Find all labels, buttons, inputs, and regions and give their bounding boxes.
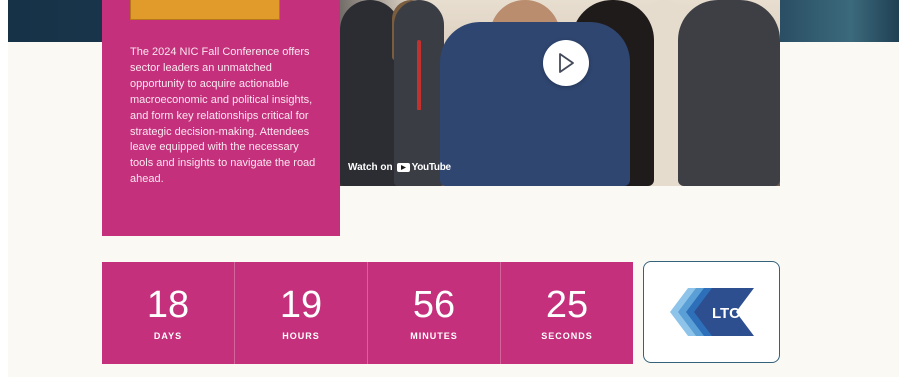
countdown-minutes-value: 56 [412,284,456,326]
youtube-logo: YouTube [396,162,452,173]
intro-card: The 2024 NIC Fall Conference offers sect… [102,0,340,236]
video-thumbnail-lanyard [417,40,421,110]
countdown-minutes: 56 MINUTES [368,262,501,364]
youtube-play-icon [396,163,410,172]
countdown-days: 18 DAYS [102,262,235,364]
video-thumbnail-person [440,22,630,186]
header-band-image [779,0,899,42]
countdown-hours: 19 HOURS [235,262,368,364]
play-icon [559,53,574,73]
intro-text: The 2024 NIC Fall Conference offers sect… [130,46,316,186]
sponsor-card-ltc[interactable]: LTC REIT [643,261,780,363]
countdown-hours-value: 19 [279,284,323,326]
countdown-seconds-label: SECONDS [541,331,593,341]
watch-on-youtube[interactable]: Watch on YouTube [348,162,451,173]
video-thumbnail-person [340,0,400,186]
page: The 2024 NIC Fall Conference offers sect… [8,0,899,377]
countdown-minutes-label: MINUTES [410,331,458,341]
register-button[interactable] [130,0,280,20]
countdown-days-label: DAYS [153,331,183,341]
video-player[interactable]: Watch on YouTube [340,0,780,186]
svg-text:LTC: LTC [711,305,739,322]
countdown-timer: 18 DAYS 19 HOURS 56 MINUTES 25 SECONDS [102,262,633,364]
ltc-reit-logo: LTC REIT [669,288,754,336]
youtube-label: YouTube [411,162,452,173]
countdown-hours-label: HOURS [282,331,320,341]
countdown-seconds: 25 SECONDS [501,262,633,364]
countdown-seconds-value: 25 [545,284,589,326]
countdown-days-value: 18 [146,284,190,326]
video-thumbnail-person [678,0,780,186]
watch-on-label: Watch on [348,162,393,173]
play-button[interactable] [543,40,589,86]
